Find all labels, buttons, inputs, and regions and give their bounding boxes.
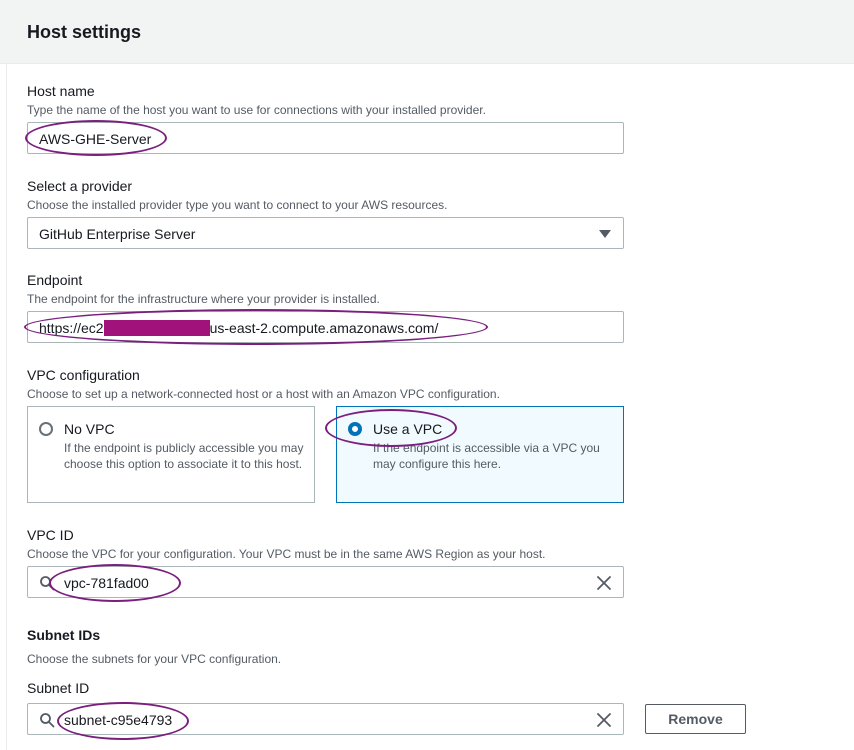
- vpc-config-description: Choose to set up a network-connected hos…: [27, 387, 500, 401]
- provider-select[interactable]: GitHub Enterprise Server: [27, 217, 624, 249]
- endpoint-value: https://ec2 us-east-2.compute.amazonaws.c…: [39, 320, 438, 336]
- no-vpc-description: If the endpoint is publicly accessible y…: [64, 441, 304, 471]
- panel-header: Host settings: [0, 0, 854, 64]
- vpc-id-value: vpc-781fad00: [64, 575, 149, 591]
- vpc-id-label: VPC ID: [27, 527, 74, 543]
- endpoint-label: Endpoint: [27, 272, 83, 288]
- subnet-id-label: Subnet ID: [27, 680, 90, 696]
- no-vpc-option[interactable]: No VPC If the endpoint is publicly acces…: [27, 406, 315, 503]
- endpoint-description: The endpoint for the infrastructure wher…: [27, 292, 380, 306]
- no-vpc-title: No VPC: [64, 421, 115, 437]
- subnet-id-input[interactable]: subnet-c95e4793: [27, 703, 624, 735]
- subnet-ids-title: Subnet IDs: [27, 627, 101, 643]
- vpc-id-description: Choose the VPC for your configuration. Y…: [27, 547, 546, 561]
- host-name-label: Host name: [27, 83, 95, 99]
- search-icon: [40, 713, 55, 728]
- subnet-ids-description: Choose the subnets for your VPC configur…: [27, 652, 282, 666]
- remove-subnet-button[interactable]: Remove: [645, 704, 746, 734]
- provider-description: Choose the installed provider type you w…: [27, 198, 448, 212]
- host-name-input[interactable]: AWS-GHE-Server: [27, 122, 624, 154]
- vpc-id-input[interactable]: vpc-781fad00: [27, 566, 624, 598]
- radio-icon: [348, 422, 362, 436]
- clear-icon[interactable]: [596, 712, 612, 728]
- endpoint-value-suffix: us-east-2.compute.amazonaws.com/: [209, 320, 439, 336]
- endpoint-value-prefix: https://ec2: [39, 320, 104, 336]
- vpc-config-label: VPC configuration: [27, 367, 140, 383]
- host-name-description: Type the name of the host you want to us…: [27, 103, 486, 117]
- host-name-value: AWS-GHE-Server: [39, 131, 152, 147]
- use-vpc-description: If the endpoint is accessible via a VPC …: [373, 441, 600, 471]
- panel-border: [6, 64, 7, 750]
- radio-icon: [39, 422, 53, 436]
- chevron-down-icon: [599, 230, 611, 238]
- provider-label: Select a provider: [27, 178, 133, 194]
- endpoint-input[interactable]: https://ec2 us-east-2.compute.amazonaws.c…: [27, 311, 624, 343]
- panel-title: Host settings: [27, 22, 142, 42]
- clear-icon[interactable]: [596, 575, 612, 591]
- use-vpc-option[interactable]: Use a VPC If the endpoint is accessible …: [336, 406, 624, 503]
- use-vpc-title: Use a VPC: [373, 421, 443, 437]
- redaction-block: [103, 320, 210, 336]
- subnet-id-value: subnet-c95e4793: [64, 712, 173, 728]
- search-icon: [40, 576, 55, 591]
- provider-value: GitHub Enterprise Server: [39, 226, 196, 242]
